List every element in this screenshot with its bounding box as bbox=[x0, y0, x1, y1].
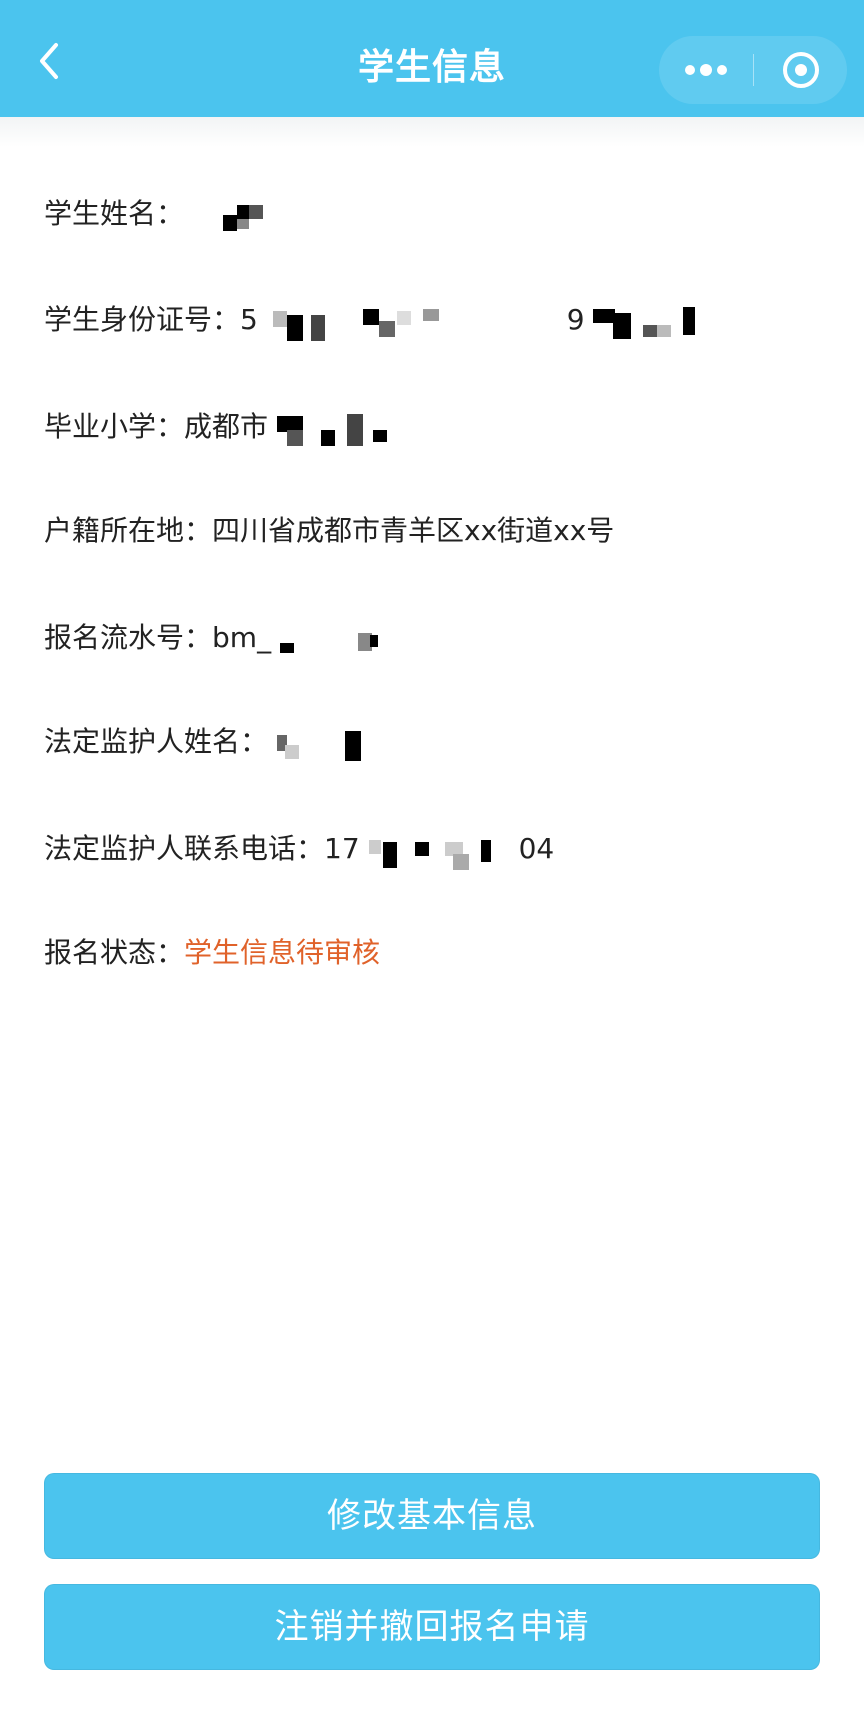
navbar-shadow bbox=[0, 117, 864, 147]
primary-school-label: 毕业小学： bbox=[44, 410, 185, 443]
registration-status-label: 报名状态： bbox=[44, 936, 185, 969]
student-id-row: 学生身份证号：5 9 bbox=[44, 298, 703, 342]
cancel-registration-button[interactable]: 注销并撤回报名申请 bbox=[44, 1584, 820, 1670]
back-button[interactable] bbox=[24, 36, 74, 86]
registration-serial-row: 报名流水号：bm_ bbox=[44, 616, 390, 660]
guardian-name-row: 法定监护人姓名： bbox=[44, 720, 377, 764]
student-id-label: 学生身份证号： bbox=[44, 303, 241, 336]
registration-status-row: 报名状态：学生信息待审核 bbox=[44, 931, 380, 975]
student-name-label: 学生姓名： bbox=[44, 197, 185, 230]
close-mini-program-button[interactable] bbox=[754, 36, 847, 104]
mini-program-capsule bbox=[659, 36, 847, 104]
redacted-mosaic bbox=[276, 410, 397, 446]
guardian-name-label: 法定监护人姓名： bbox=[44, 725, 269, 758]
more-dots-icon bbox=[685, 64, 727, 76]
household-registration-label: 户籍所在地： bbox=[44, 514, 213, 547]
target-circle-icon bbox=[782, 52, 819, 88]
redacted-mosaic bbox=[267, 303, 567, 341]
chevron-left-icon bbox=[40, 43, 58, 79]
guardian-phone-value-tail: 04 bbox=[518, 832, 555, 865]
guardian-phone-value: 17 bbox=[324, 832, 360, 865]
more-button[interactable] bbox=[659, 36, 753, 104]
student-id-value: 5 bbox=[240, 303, 258, 336]
household-registration-value: 四川省成都市青羊区xx街道xx号 bbox=[212, 514, 615, 547]
household-registration-row: 户籍所在地：四川省成都市青羊区xx街道xx号 bbox=[44, 509, 614, 553]
guardian-phone-row: 法定监护人联系电话：17 04 bbox=[44, 827, 554, 871]
redacted-mosaic bbox=[276, 725, 377, 761]
guardian-phone-label: 法定监护人联系电话： bbox=[44, 832, 325, 865]
edit-basic-info-button[interactable]: 修改基本信息 bbox=[44, 1473, 820, 1559]
redacted-mosaic bbox=[593, 303, 703, 339]
primary-school-value: 成都市 bbox=[184, 410, 269, 443]
redacted-mosaic bbox=[368, 832, 519, 870]
registration-serial-value: bm_ bbox=[212, 621, 272, 654]
student-name-row: 学生姓名： bbox=[44, 192, 283, 236]
student-info-page: 学生信息 学生姓名： 学生身份证号：5 9 毕业小学：成都市 户籍所在地：四川省… bbox=[0, 0, 864, 1730]
primary-school-row: 毕业小学：成都市 bbox=[44, 405, 397, 449]
redacted-mosaic bbox=[213, 197, 283, 233]
registration-status-value: 学生信息待审核 bbox=[184, 936, 381, 969]
redacted-mosaic bbox=[279, 621, 390, 657]
student-id-value-mid: 9 bbox=[566, 303, 585, 336]
registration-serial-label: 报名流水号： bbox=[44, 621, 213, 654]
navigation-bar: 学生信息 bbox=[0, 0, 864, 117]
